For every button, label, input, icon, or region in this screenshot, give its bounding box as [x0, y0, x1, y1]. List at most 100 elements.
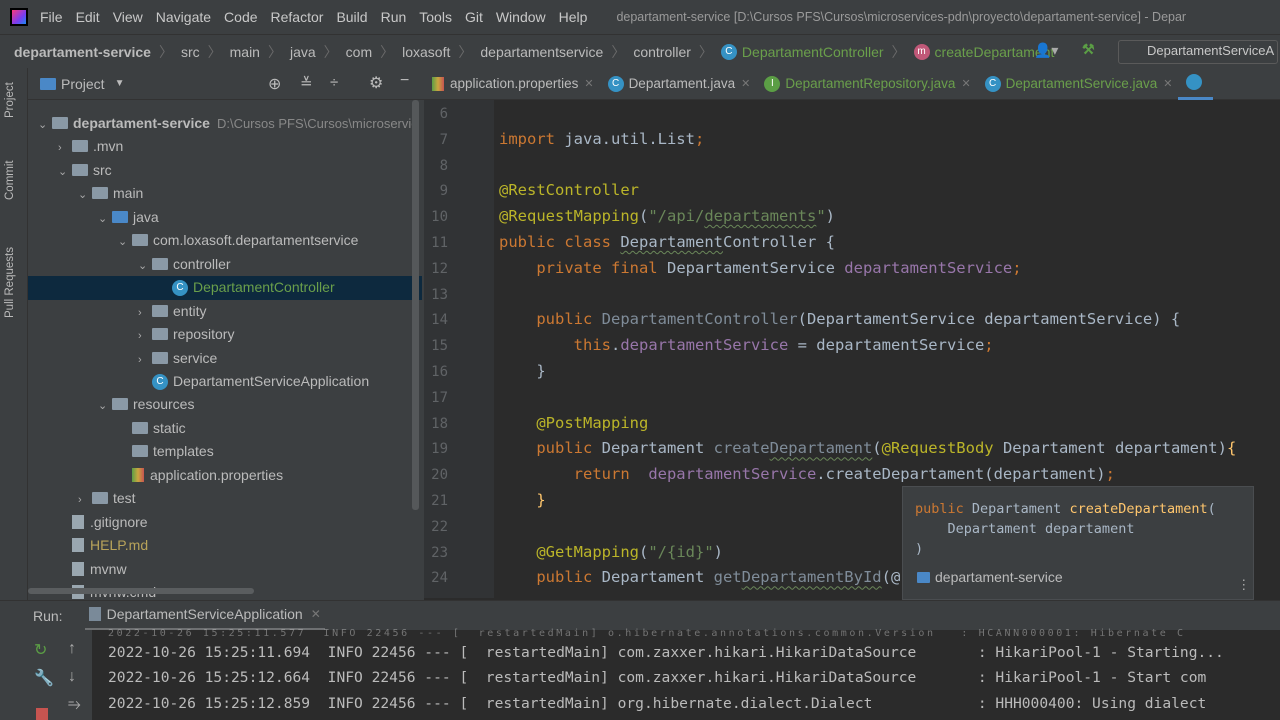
menu-code[interactable]: Code	[224, 9, 257, 25]
code-line[interactable]: }	[499, 362, 545, 380]
wrench-icon[interactable]: 🔧	[34, 668, 54, 688]
soft-wrap-icon[interactable]: ⥱	[68, 696, 81, 714]
editor-tab[interactable]: application.properties ✕	[424, 68, 600, 100]
crumb-class[interactable]: DepartamentController	[742, 44, 884, 60]
minimize-icon[interactable]: −	[400, 72, 409, 90]
code-line[interactable]: import java.util.List;	[499, 130, 704, 148]
tree-item[interactable]: ⌄ src	[28, 159, 422, 182]
properties-file-icon	[132, 467, 144, 482]
breadcrumb-item[interactable]: main	[230, 44, 260, 60]
chevron-icon: ⌄	[78, 189, 88, 202]
tree-item[interactable]: › entity	[28, 300, 422, 323]
code-line[interactable]: @PostMapping	[499, 414, 648, 432]
code-line[interactable]: this.departamentService = departamentSer…	[499, 336, 994, 354]
breadcrumb-item[interactable]: src	[181, 44, 200, 60]
locate-icon[interactable]: ⊕	[268, 74, 281, 94]
code-line[interactable]: private final DepartamentService departa…	[499, 259, 1021, 277]
tree-item[interactable]: HELP.md	[28, 534, 422, 557]
tool-tab-commit[interactable]: Commit	[4, 160, 16, 200]
menu-git[interactable]: Git	[465, 9, 483, 25]
project-view-select[interactable]: Project	[61, 76, 105, 92]
chevron-icon: ›	[138, 353, 142, 366]
tree-item[interactable]: templates	[28, 440, 422, 463]
menu-window[interactable]: Window	[496, 9, 546, 25]
tree-item[interactable]: .gitignore	[28, 511, 422, 534]
tree-item[interactable]: ⌄ controller	[28, 253, 422, 276]
breadcrumb-item[interactable]: loxasoft	[402, 44, 450, 60]
expand-all-icon[interactable]: ≚	[300, 74, 313, 92]
menu-tools[interactable]: Tools	[419, 9, 452, 25]
close-tab-icon[interactable]: ✕	[741, 77, 750, 90]
close-tab-icon[interactable]: ✕	[311, 607, 321, 621]
more-options-icon[interactable]: ⋮	[1237, 577, 1251, 593]
tool-tab-project[interactable]: Project	[4, 82, 16, 118]
code-line[interactable]: return departamentService.createDepartam…	[499, 465, 1115, 483]
code-line[interactable]: public class DepartamentController {	[499, 233, 835, 251]
tree-item-label: static	[153, 419, 186, 436]
tree-item[interactable]: ⌄ resources	[28, 393, 422, 416]
menu-view[interactable]: View	[113, 9, 143, 25]
editor-tab[interactable]: I DepartamentRepository.java ✕	[756, 68, 976, 100]
gear-icon[interactable]: ⚙	[369, 73, 383, 93]
tool-tab-pull-requests[interactable]: Pull Requests	[4, 247, 16, 318]
breadcrumb-item[interactable]: departamentservice	[480, 44, 603, 60]
code-token: @RestController	[499, 181, 639, 200]
close-tab-icon[interactable]: ✕	[584, 77, 593, 90]
line-number: 23	[431, 544, 448, 561]
editor-tab[interactable]: C DepartamentService.java ✕	[977, 68, 1179, 100]
close-tab-icon[interactable]: ✕	[961, 77, 970, 90]
tree-item[interactable]: › test	[28, 487, 422, 510]
code-token: )	[713, 542, 723, 561]
breadcrumb-item[interactable]: com	[346, 44, 372, 60]
rerun-icon[interactable]: ↻	[34, 640, 47, 660]
tree-item[interactable]: C DepartamentServiceApplication	[28, 370, 422, 393]
breadcrumb-item[interactable]: java	[290, 44, 316, 60]
build-hammer-icon[interactable]: ⚒	[1082, 41, 1095, 58]
code-token: departamentService	[620, 336, 789, 355]
menu-edit[interactable]: Edit	[76, 9, 100, 25]
down-arrow-icon[interactable]: ↓	[68, 668, 76, 686]
tree-item[interactable]: ⌄ main	[28, 182, 422, 205]
code-token: Departament	[620, 233, 723, 251]
breadcrumb-item[interactable]: departament-service	[14, 44, 151, 60]
run-tab[interactable]: DepartamentServiceApplication ✕	[84, 601, 325, 631]
project-horizontal-scrollbar[interactable]	[28, 588, 254, 594]
tree-item[interactable]: › repository	[28, 323, 422, 346]
up-arrow-icon[interactable]: ↑	[68, 640, 76, 658]
editor-tab-active[interactable]	[1178, 68, 1214, 100]
close-tab-icon[interactable]: ✕	[1163, 77, 1172, 90]
menu-refactor[interactable]: Refactor	[271, 9, 324, 25]
menu-file[interactable]: File	[40, 9, 63, 25]
project-vertical-scrollbar[interactable]	[412, 100, 419, 510]
editor-tab[interactable]: C Departament.java ✕	[600, 68, 757, 100]
code-line[interactable]: public DepartamentController(Departament…	[499, 310, 1180, 328]
tree-item[interactable]: application.properties	[28, 464, 422, 487]
menu-help[interactable]: Help	[559, 9, 588, 25]
tree-item[interactable]: ⌄ com.loxasoft.departamentservice	[28, 229, 422, 252]
line-number: 7	[439, 131, 448, 148]
tree-item[interactable]: static	[28, 417, 422, 440]
code-line[interactable]: @RequestMapping("/api/departaments")	[499, 207, 835, 225]
run-configuration-select[interactable]: DepartamentServiceA	[1118, 40, 1278, 64]
collapse-all-icon[interactable]: ÷	[330, 74, 338, 91]
folder-icon	[152, 304, 168, 317]
run-console[interactable]: 2022-10-26 15:25:11.577 INFO 22456 --- […	[92, 628, 1280, 720]
tree-item[interactable]: ⌄ departament-service D:\Cursos PFS\Cursos…	[28, 112, 422, 135]
code-line[interactable]: @RestController	[499, 181, 639, 199]
stop-icon[interactable]	[36, 708, 48, 720]
tree-item[interactable]: › service	[28, 347, 422, 370]
breadcrumb-item[interactable]: controller	[633, 44, 691, 60]
code-line[interactable]: public Departament createDepartament(@Re…	[499, 439, 1236, 457]
tree-item[interactable]: › .mvn	[28, 135, 422, 158]
tab-label: DepartamentService.java	[1005, 76, 1158, 91]
user-icon[interactable]: 👤▾	[1034, 42, 1058, 59]
tree-item[interactable]: C DepartamentController	[28, 276, 422, 300]
tree-item[interactable]: ⌄ java	[28, 206, 422, 229]
menu-build[interactable]: Build	[336, 9, 367, 25]
code-line[interactable]: }	[499, 491, 545, 509]
menu-navigate[interactable]: Navigate	[156, 9, 211, 25]
tree-item[interactable]: mvnw	[28, 558, 422, 581]
code-line[interactable]: @GetMapping("/{id}")	[499, 543, 723, 561]
code-line[interactable]: public Departament getDepartamentById(@	[499, 568, 900, 586]
menu-run[interactable]: Run	[381, 9, 407, 25]
